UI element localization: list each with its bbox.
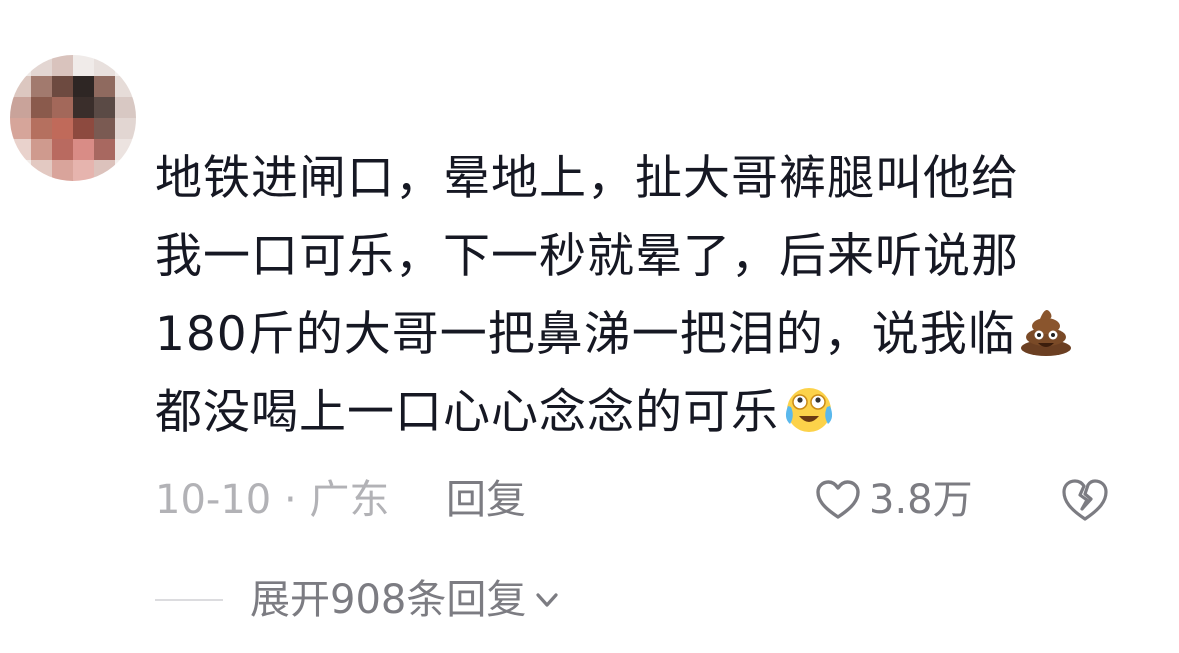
comment-text: 地铁进闸口，晕地上，扯大哥裤腿叫他给 我一口可乐，下一秒就晕了，后来听说那 18…	[155, 140, 1155, 452]
avatar[interactable]	[10, 55, 136, 181]
comment-line-4: 都没喝上一口心心念念的可乐	[155, 385, 779, 440]
poop-emoji-icon	[1020, 310, 1071, 356]
like-count: 3.8万	[869, 477, 973, 523]
expand-replies[interactable]: 展开908条回复	[155, 572, 562, 628]
comment-line-1: 地铁进闸口，晕地上，扯大哥裤腿叫他给	[155, 151, 1019, 206]
comment-location: 广东	[309, 477, 390, 523]
chevron-down-icon	[536, 593, 558, 607]
heart-icon	[816, 480, 860, 519]
expand-replies-label[interactable]: 展开908条回复	[250, 572, 526, 628]
comment-line-2: 我一口可乐，下一秒就晕了，后来听说那	[155, 229, 1019, 284]
comment-date: 10-10	[155, 477, 272, 523]
like-button[interactable]: 3.8万	[815, 474, 973, 526]
reply-button[interactable]: 回复	[446, 474, 526, 526]
comment-line-3: 180斤的大哥一把鼻涕一把泪的，说我临	[155, 307, 1016, 362]
comment-item: 地铁进闸口，晕地上，扯大哥裤腿叫他给 我一口可乐，下一秒就晕了，后来听说那 18…	[0, 0, 1179, 653]
divider	[155, 599, 223, 601]
comment-meta: 10-10 · 广东	[155, 474, 389, 526]
laughing-crying-emoji-icon	[785, 388, 833, 432]
meta-separator: ·	[283, 477, 297, 523]
broken-heart-icon[interactable]	[1060, 475, 1110, 525]
